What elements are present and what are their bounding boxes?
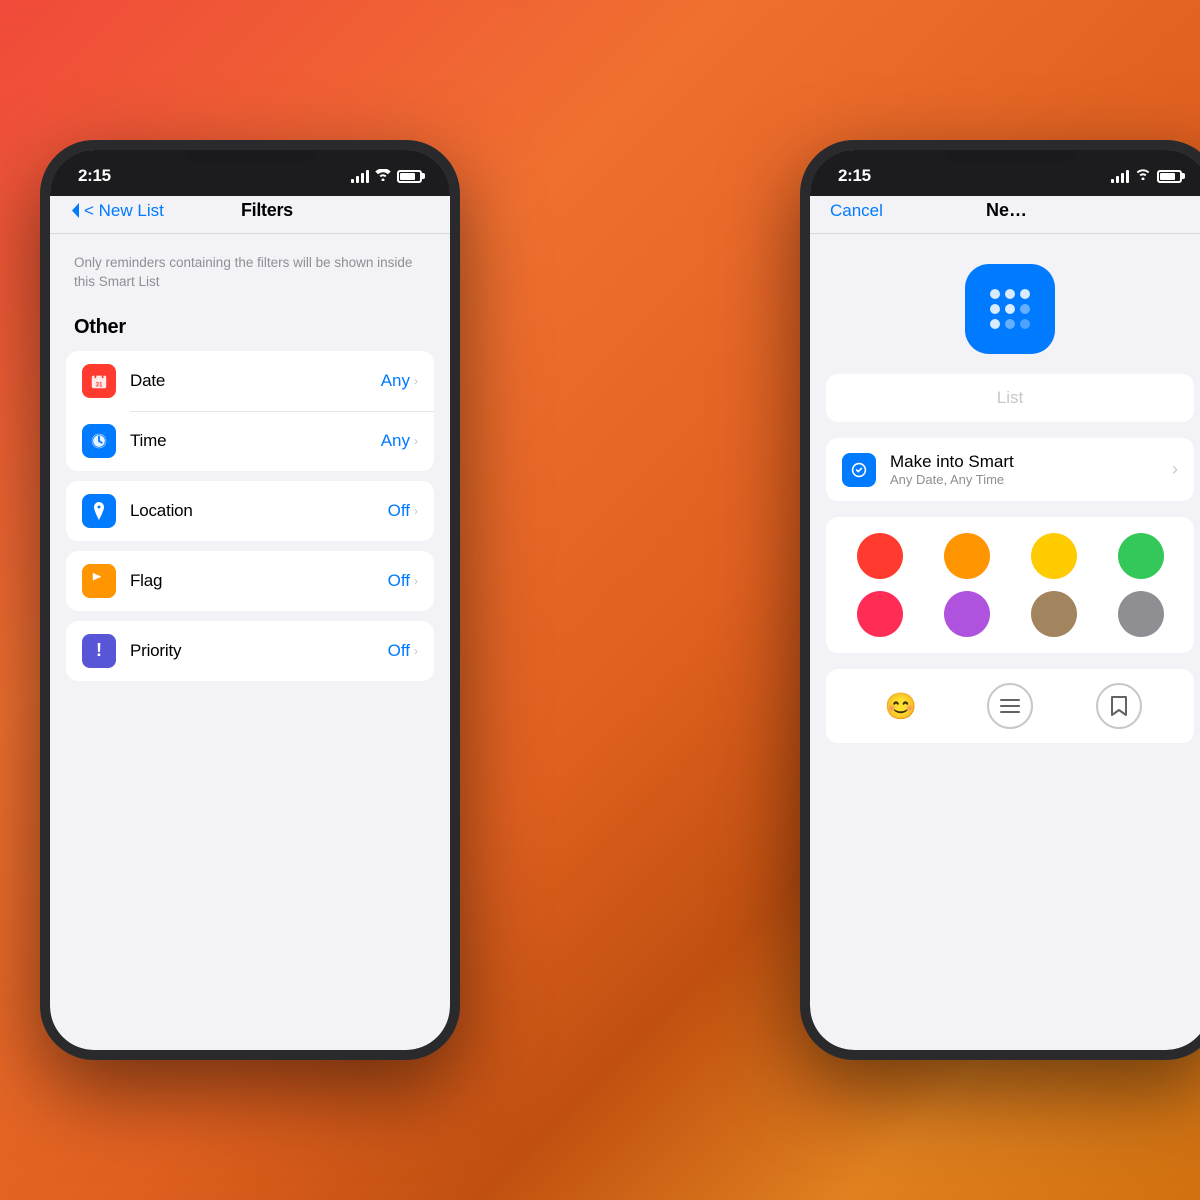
back-label: < New List xyxy=(84,201,164,221)
filters-content: Only reminders containing the filters wi… xyxy=(50,234,450,1050)
status-time-left: 2:15 xyxy=(78,166,111,186)
time-label: Time xyxy=(130,431,381,451)
smart-list-title: Make into Smart xyxy=(890,452,1154,472)
time-value: Any xyxy=(381,431,410,451)
color-pink[interactable] xyxy=(857,591,903,637)
flag-icon-bg xyxy=(82,564,116,598)
filter-row-time[interactable]: Time Any › xyxy=(66,411,434,471)
color-yellow[interactable] xyxy=(1031,533,1077,579)
status-icons-right xyxy=(1111,167,1182,185)
priority-label: Priority xyxy=(130,641,388,661)
list-icon-option[interactable] xyxy=(987,683,1033,729)
chevron-time: › xyxy=(414,434,418,448)
status-time-right: 2:15 xyxy=(838,166,871,186)
color-red[interactable] xyxy=(857,533,903,579)
filter-group-location: Location Off › xyxy=(66,481,434,541)
date-value: Any xyxy=(381,371,410,391)
bookmark-icon-option[interactable] xyxy=(1096,683,1142,729)
svg-text:31: 31 xyxy=(95,381,103,388)
date-label: Date xyxy=(130,371,381,391)
color-gray[interactable] xyxy=(1118,591,1164,637)
chevron-location: › xyxy=(414,504,418,518)
battery-icon xyxy=(397,170,422,183)
section-header-other: Other xyxy=(66,308,434,351)
filters-subtitle: Only reminders containing the filters wi… xyxy=(66,250,434,308)
color-green[interactable] xyxy=(1118,533,1164,579)
cancel-button[interactable]: Cancel xyxy=(830,201,883,221)
emoji-icon-option[interactable]: 😊 xyxy=(878,683,924,729)
list-icon-dots xyxy=(990,289,1030,329)
list-name-placeholder: List xyxy=(997,388,1023,407)
chevron-priority: › xyxy=(414,644,418,658)
signal-bars-right xyxy=(1111,169,1129,183)
time-icon xyxy=(82,424,116,458)
flag-value: Off xyxy=(388,571,410,591)
nav-bar-left: < New List Filters xyxy=(50,196,450,234)
status-bar-left: 2:15 xyxy=(50,150,450,196)
colors-section xyxy=(826,517,1194,653)
make-smart-list-row[interactable]: Make into Smart Any Date, Any Time › xyxy=(826,438,1194,501)
filter-row-flag[interactable]: Flag Off › xyxy=(66,551,434,611)
status-bar-right: 2:15 xyxy=(810,150,1200,196)
filter-group-datetime: 31 Date Any › xyxy=(66,351,434,471)
signal-bars xyxy=(351,169,369,183)
filter-group-flag: Flag Off › xyxy=(66,551,434,611)
date-icon: 31 xyxy=(82,364,116,398)
location-value: Off xyxy=(388,501,410,521)
priority-icon-bg: ! xyxy=(82,634,116,668)
list-icon-preview[interactable] xyxy=(965,264,1055,354)
smart-list-info: Make into Smart Any Date, Any Time xyxy=(890,452,1154,487)
colors-grid xyxy=(842,533,1178,637)
icons-row: 😊 xyxy=(826,669,1194,743)
list-name-input[interactable]: List xyxy=(826,374,1194,422)
color-brown[interactable] xyxy=(1031,591,1077,637)
priority-icon: ! xyxy=(96,640,102,661)
filter-group-priority: ! Priority Off › xyxy=(66,621,434,681)
smart-list-subtitle: Any Date, Any Time xyxy=(890,472,1154,487)
wifi-icon xyxy=(375,168,391,184)
filter-row-priority[interactable]: ! Priority Off › xyxy=(66,621,434,681)
new-list-screen: 2:15 xyxy=(810,150,1200,1050)
color-orange[interactable] xyxy=(944,533,990,579)
smart-list-icon xyxy=(842,453,876,487)
chevron-date: › xyxy=(414,374,418,388)
flag-label: Flag xyxy=(130,571,388,591)
filter-row-location[interactable]: Location Off › xyxy=(66,481,434,541)
new-list-nav: Cancel Ne… xyxy=(810,196,1200,234)
back-button[interactable]: < New List xyxy=(70,201,164,221)
battery-icon-right xyxy=(1157,170,1182,183)
color-purple[interactable] xyxy=(944,591,990,637)
chevron-smart-list: › xyxy=(1172,459,1178,480)
new-list-nav-title: Ne… xyxy=(986,200,1027,221)
location-label: Location xyxy=(130,501,388,521)
filter-row-date[interactable]: 31 Date Any › xyxy=(66,351,434,411)
wifi-icon-right xyxy=(1135,167,1151,185)
priority-value: Off xyxy=(388,641,410,661)
icon-preview-area xyxy=(810,234,1200,374)
status-icons-left xyxy=(351,168,422,184)
filters-title: Filters xyxy=(241,200,293,221)
chevron-flag: › xyxy=(414,574,418,588)
location-icon-bg xyxy=(82,494,116,528)
